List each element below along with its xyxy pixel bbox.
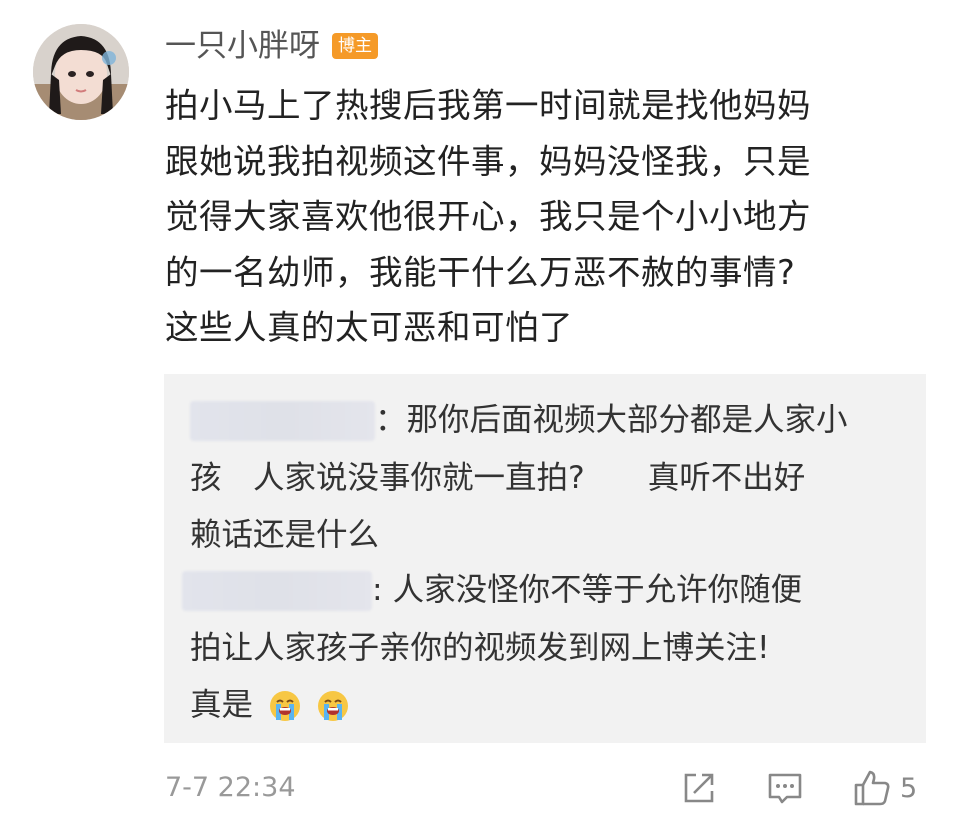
reply-text: 孩 人家说没事你就一直拍? 真听不出好 [190,459,806,496]
username[interactable]: 一只小胖呀 [165,26,320,66]
blurred-username [190,401,375,441]
reply-text: : 人家没怪你不等于允许你随便 [372,572,803,608]
post-text-line: 跟她说我拍视频这件事，妈妈没怪我，只是 [165,141,811,181]
post-timestamp: 7-7 22:34 [165,772,296,803]
replies-box[interactable]: ：那你后面视频大部分都是人家小 孩 人家说没事你就一直拍? 真听不出好 赖话还是… [164,374,926,743]
comment-button[interactable] [766,766,804,810]
reply-text: 拍让人家孩子亲你的视频发到网上博关注! [190,629,770,666]
post-text: 拍小马上了热搜后我第一时间就是找他妈妈 跟她说我拍视频这件事，妈妈没怪我，只是 … [165,78,925,356]
crying-face-emoji [318,691,349,721]
like-count: 5 [900,772,918,804]
avatar-image [33,24,129,120]
blogger-badge: 博主 [332,33,378,59]
avatar[interactable] [33,24,129,120]
post-text-line: 拍小马上了热搜后我第一时间就是找他妈妈 [165,86,811,125]
reply-text: ：那你后面视频大部分都是人家小 [375,402,848,438]
blurred-username [182,571,372,611]
post-text-line: 这些人真的太可恶和可怕了 [165,308,573,347]
reply-item[interactable]: ：那你后面视频大部分都是人家小 孩 人家说没事你就一直拍? 真听不出好 赖话还是… [190,392,910,565]
post-text-line: 的一名幼师，我能干什么万恶不赦的事情? [165,252,796,292]
share-icon [684,773,714,803]
reply-text: 真是 [190,687,254,723]
post-text-line: 觉得大家喜欢他很开心，我只是个小小地方 [165,197,811,236]
crying-face-emoji [270,691,301,721]
comment-icon [768,773,802,804]
like-button[interactable]: 5 [852,766,917,810]
post-author: 一只小胖呀 博主 [165,26,378,66]
share-button[interactable] [680,766,718,810]
reply-item[interactable]: : 人家没怪你不等于允许你随便 拍让人家孩子亲你的视频发到网上博关注! 真是 [182,562,910,735]
like-icon [854,770,890,806]
reply-text: 赖话还是什么 [190,517,380,553]
